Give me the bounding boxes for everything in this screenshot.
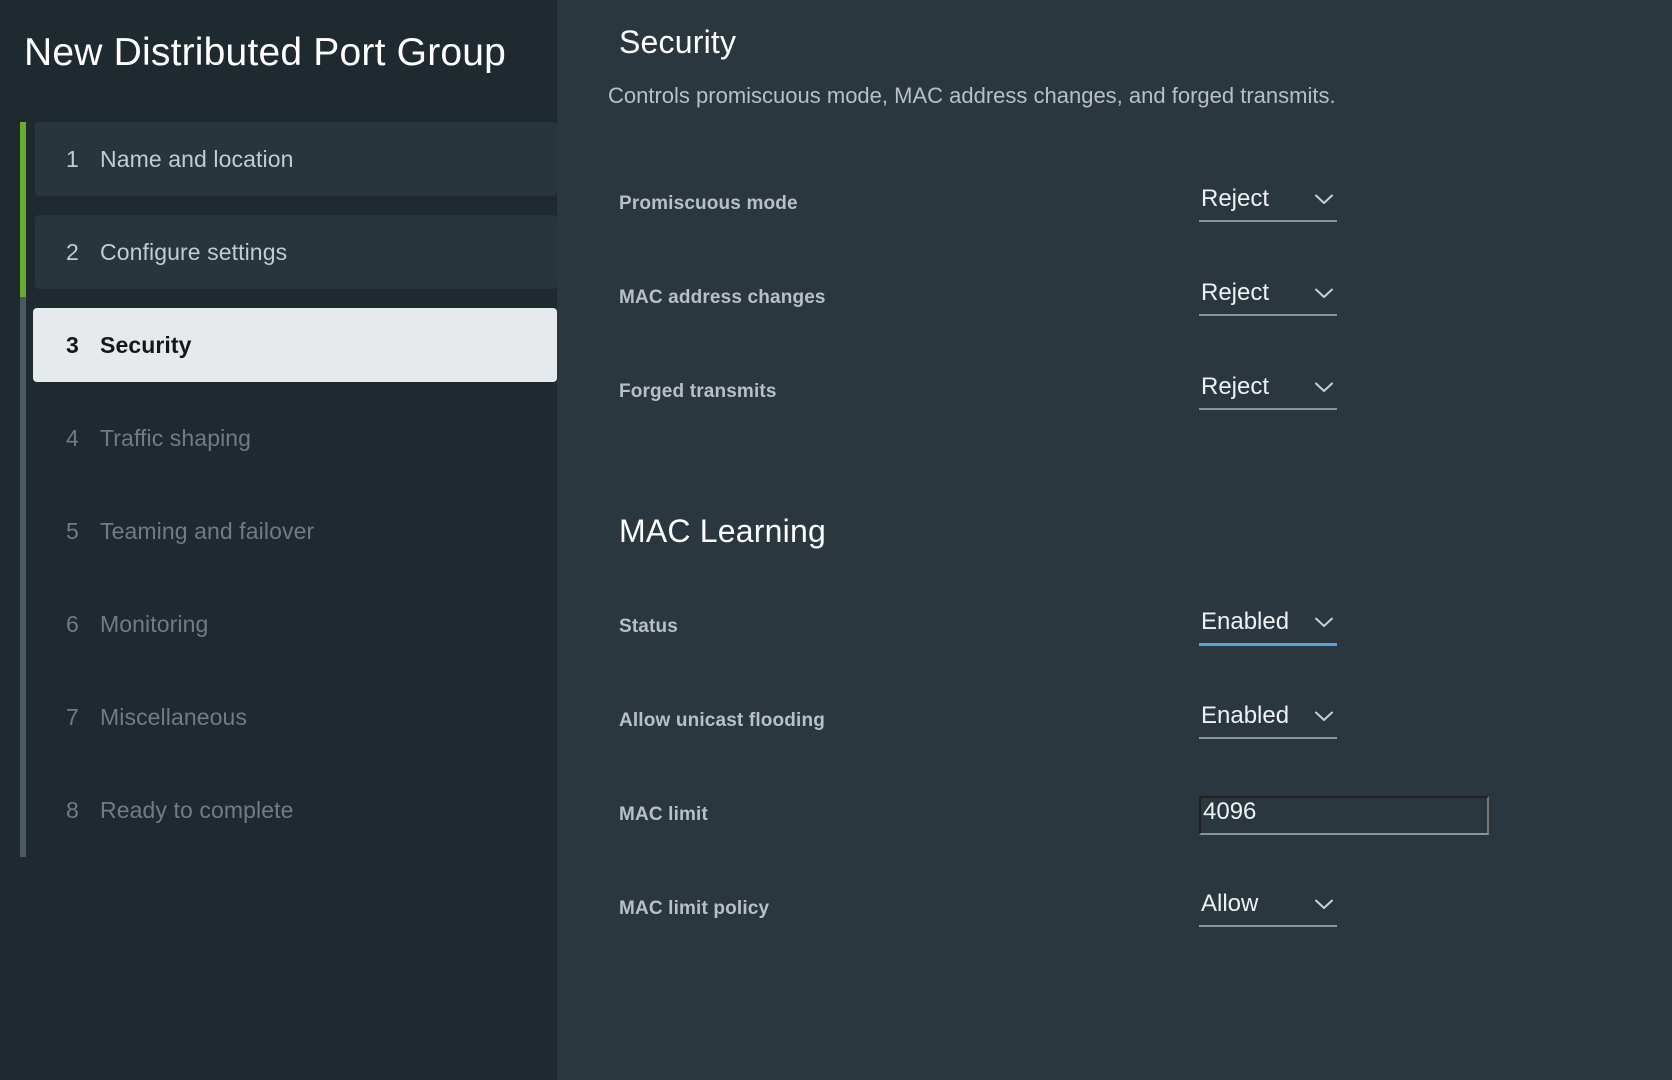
- step-number: 4: [66, 424, 79, 451]
- sidebar-step-ready-to-complete[interactable]: 8 Ready to complete: [35, 773, 557, 847]
- chevron-down-icon: [1315, 288, 1333, 299]
- mac-learning-section-title: MAC Learning: [619, 513, 826, 549]
- step-number: 5: [66, 517, 79, 544]
- forged-transmits-label: Forged transmits: [619, 381, 777, 402]
- forged-transmits-value: Reject: [1201, 373, 1270, 400]
- step-label: Name and location: [100, 145, 294, 172]
- allow-unicast-flooding-value: Enabled: [1201, 702, 1290, 729]
- mac-limit-control: [1199, 796, 1489, 835]
- wizard-title: New Distributed Port Group: [24, 31, 507, 74]
- forged-transmits-control: Reject: [1199, 373, 1337, 410]
- field-row-mac-limit-policy: MAC limit policy Allow: [619, 890, 1672, 984]
- step-label: Miscellaneous: [100, 703, 248, 730]
- field-row-promiscuous-mode: Promiscuous mode Reject: [619, 185, 1672, 279]
- sidebar-step-name-and-location[interactable]: 1 Name and location: [35, 122, 557, 196]
- page-description: Controls promiscuous mode, MAC address c…: [608, 83, 1336, 108]
- mac-address-changes-label: MAC address changes: [619, 287, 826, 308]
- step-number: 3: [66, 331, 79, 358]
- allow-unicast-flooding-label: Allow unicast flooding: [619, 710, 825, 731]
- forged-transmits-select[interactable]: Reject: [1199, 373, 1337, 410]
- mac-learning-status-value: Enabled: [1201, 608, 1290, 635]
- field-row-mac-limit: MAC limit: [619, 796, 1672, 890]
- step-number: 8: [66, 796, 79, 823]
- step-label: Traffic shaping: [100, 424, 252, 451]
- step-number: 2: [66, 238, 79, 265]
- page-title: Security: [619, 24, 737, 60]
- sidebar-step-miscellaneous[interactable]: 7 Miscellaneous: [35, 680, 557, 754]
- sidebar-step-monitoring[interactable]: 6 Monitoring: [35, 587, 557, 661]
- status-control: Enabled: [1199, 608, 1337, 646]
- wizard-sidebar: New Distributed Port Group 1 Name and lo…: [0, 0, 557, 1080]
- security-settings-form: Promiscuous mode Reject MAC address chan…: [619, 185, 1672, 984]
- new-distributed-port-group-wizard: New Distributed Port Group 1 Name and lo…: [0, 0, 1672, 1080]
- mac-address-changes-select[interactable]: Reject: [1199, 279, 1337, 316]
- wizard-content-panel: Security Controls promiscuous mode, MAC …: [557, 0, 1672, 1080]
- mac-limit-policy-control: Allow: [1199, 890, 1337, 927]
- step-number: 1: [66, 145, 79, 172]
- wizard-steps-container: 1 Name and location 2 Configure settings…: [0, 122, 557, 857]
- mac-address-changes-value: Reject: [1201, 279, 1270, 306]
- sidebar-step-configure-settings[interactable]: 2 Configure settings: [35, 215, 557, 289]
- mac-address-changes-control: Reject: [1199, 279, 1337, 316]
- mac-limit-label: MAC limit: [619, 804, 708, 825]
- step-label: Security: [100, 331, 192, 358]
- field-row-forged-transmits: Forged transmits Reject: [619, 373, 1672, 467]
- mac-limit-input[interactable]: [1199, 796, 1489, 835]
- sidebar-step-security[interactable]: 3 Security: [33, 308, 557, 382]
- field-row-allow-unicast-flooding: Allow unicast flooding Enabled: [619, 702, 1672, 796]
- promiscuous-mode-label: Promiscuous mode: [619, 193, 798, 214]
- wizard-step-list: 1 Name and location 2 Configure settings…: [0, 122, 557, 847]
- step-number: 6: [66, 610, 79, 637]
- step-label: Configure settings: [100, 238, 288, 265]
- mac-limit-policy-label: MAC limit policy: [619, 898, 770, 919]
- step-label: Ready to complete: [100, 796, 294, 823]
- step-label: Monitoring: [100, 610, 209, 637]
- allow-unicast-flooding-control: Enabled: [1199, 702, 1337, 739]
- sidebar-step-traffic-shaping[interactable]: 4 Traffic shaping: [35, 401, 557, 475]
- field-row-status: Status Enabled: [619, 608, 1672, 702]
- chevron-down-icon: [1315, 194, 1333, 205]
- status-label: Status: [619, 616, 678, 637]
- promiscuous-mode-select[interactable]: Reject: [1199, 185, 1337, 222]
- promiscuous-mode-control: Reject: [1199, 185, 1337, 222]
- step-number: 7: [66, 703, 79, 730]
- mac-limit-policy-select[interactable]: Allow: [1199, 890, 1337, 927]
- promiscuous-mode-value: Reject: [1201, 185, 1270, 212]
- sidebar-step-teaming-and-failover[interactable]: 5 Teaming and failover: [35, 494, 557, 568]
- chevron-down-icon: [1315, 382, 1333, 393]
- allow-unicast-flooding-select[interactable]: Enabled: [1199, 702, 1337, 739]
- chevron-down-icon: [1315, 617, 1333, 628]
- field-row-mac-address-changes: MAC address changes Reject: [619, 279, 1672, 373]
- chevron-down-icon: [1315, 711, 1333, 722]
- mac-learning-status-select[interactable]: Enabled: [1199, 608, 1337, 646]
- mac-limit-policy-value: Allow: [1201, 890, 1259, 917]
- chevron-down-icon: [1315, 899, 1333, 910]
- step-label: Teaming and failover: [100, 517, 315, 544]
